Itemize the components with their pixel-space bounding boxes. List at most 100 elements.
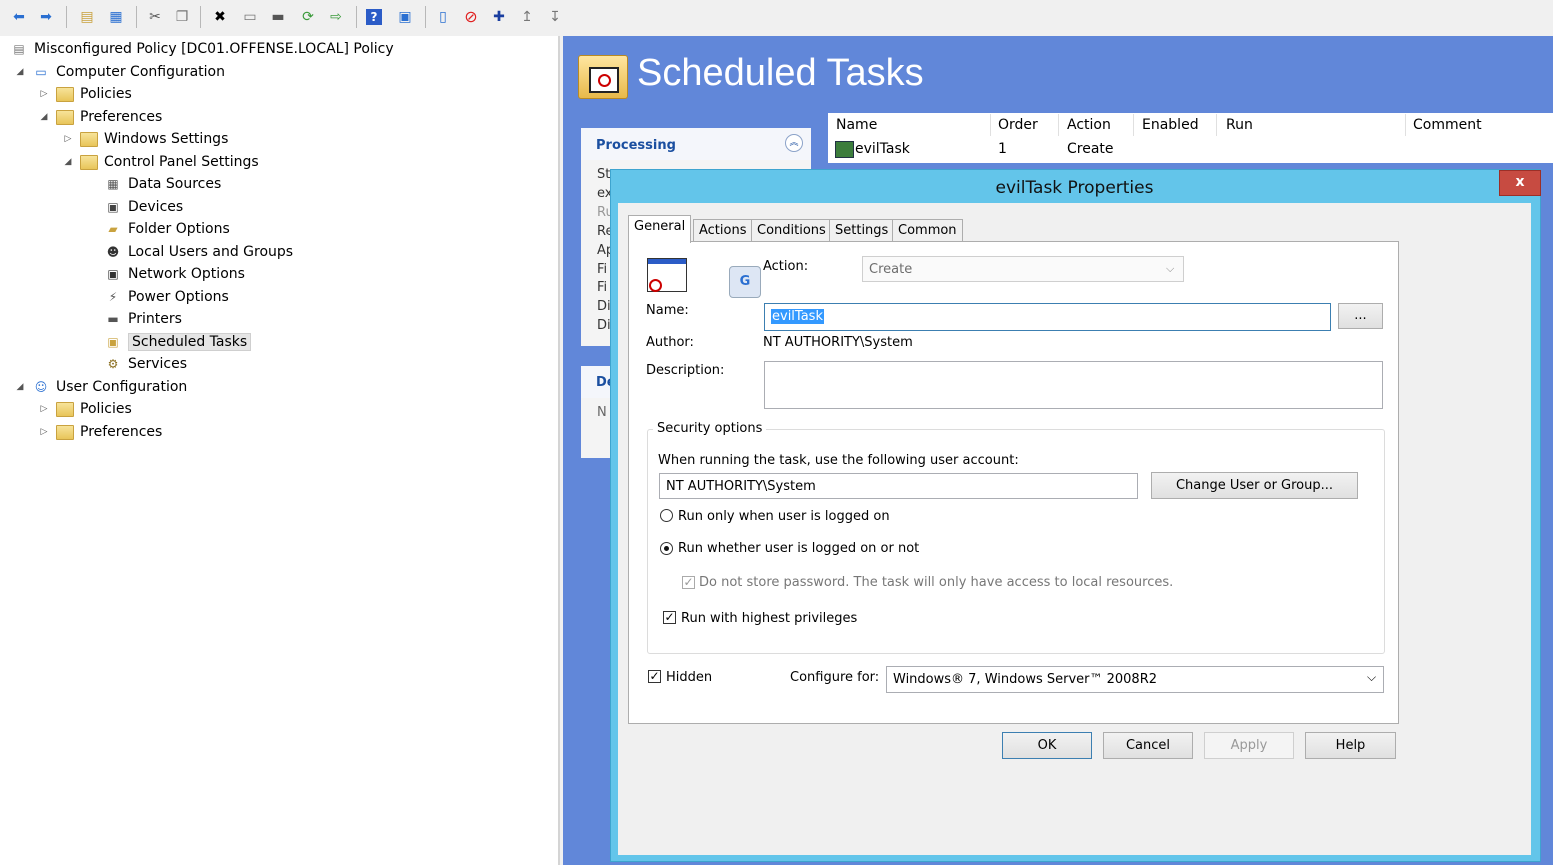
highest-privileges-checkbox[interactable]: ✓	[663, 611, 676, 624]
tree-windows-settings[interactable]: ▷ Windows Settings	[62, 128, 229, 150]
tree-item-devices[interactable]: ▣ Devices	[104, 196, 183, 218]
collapse-chevron-icon[interactable]: ︽	[785, 134, 803, 152]
radio-logged-on[interactable]	[660, 509, 673, 522]
column-header-order[interactable]: Order	[998, 117, 1038, 133]
name-label: Name:	[646, 303, 689, 318]
hidden-checkbox[interactable]: ✓	[648, 670, 661, 683]
change-user-button[interactable]: Change User or Group...	[1151, 472, 1358, 499]
browse-button[interactable]: ...	[1338, 303, 1383, 329]
processing-line: St	[597, 167, 611, 182]
tree-item-printers[interactable]: ▬ Printers	[104, 308, 182, 330]
ok-button[interactable]: OK	[1002, 732, 1092, 759]
tree-item-power-options[interactable]: ⚡ Power Options	[104, 286, 229, 308]
delete-icon[interactable]: ✖	[210, 7, 230, 27]
configure-for-select[interactable]: Windows® 7, Windows Server™ 2008R2	[886, 666, 1384, 693]
tab-actions[interactable]: Actions	[693, 219, 753, 242]
collapse-icon[interactable]: ◢	[62, 157, 74, 167]
chevron-down-icon[interactable]: ⌵	[1166, 262, 1174, 276]
tree-item-data-sources[interactable]: ▦ Data Sources	[104, 173, 221, 195]
power-icon: ⚡	[108, 290, 118, 304]
tree-item-services[interactable]: ⚙ Services	[104, 353, 187, 375]
column-header-run[interactable]: Run	[1226, 117, 1253, 133]
column-header-enabled[interactable]: Enabled	[1142, 117, 1199, 133]
column-header-name[interactable]: Name	[836, 117, 877, 133]
tree-policies[interactable]: ▷ Policies	[38, 83, 132, 105]
column-header-comment[interactable]: Comment	[1413, 117, 1482, 133]
up-folder-icon[interactable]: ▤	[77, 7, 97, 27]
collapse-icon[interactable]: ◢	[38, 112, 50, 122]
description-field[interactable]	[764, 361, 1383, 409]
account-prompt: When running the task, use the following…	[658, 453, 1019, 468]
tab-conditions[interactable]: Conditions	[751, 219, 832, 242]
dialog-title: evilTask Properties	[995, 178, 1154, 198]
tree-root[interactable]: ▤ Misconfigured Policy [DC01.OFFENSE.LOC…	[10, 38, 393, 60]
user-account-field[interactable]: NT AUTHORITY\System	[659, 473, 1138, 499]
table-row[interactable]: evilTask 1 Create	[833, 138, 1233, 160]
scheduled-tasks-large-icon	[578, 55, 628, 99]
apply-button[interactable]: Apply	[1204, 732, 1294, 759]
back-icon[interactable]: ⬅	[9, 7, 29, 27]
help-button[interactable]: Help	[1305, 732, 1396, 759]
tree-user-policies[interactable]: ▷ Policies	[38, 398, 132, 420]
collapse-icon[interactable]: ◢	[14, 67, 26, 77]
folder-icon	[56, 401, 74, 417]
move-up-icon[interactable]: ↥	[517, 7, 537, 27]
cut-icon[interactable]: ✂	[145, 7, 165, 27]
refresh-icon[interactable]: ⟳	[298, 7, 318, 27]
stop-icon[interactable]: ⊘	[461, 7, 481, 27]
tree-label: Data Sources	[128, 176, 222, 192]
collapse-icon[interactable]: ◢	[14, 382, 26, 392]
print-icon[interactable]: ▬	[268, 7, 288, 27]
expand-icon[interactable]: ▷	[38, 427, 50, 437]
tree-label: Services	[128, 356, 188, 372]
new-item-icon[interactable]: ▯	[433, 7, 453, 27]
copy-icon[interactable]: ❐	[172, 7, 192, 27]
tree-label: Folder Options	[128, 221, 230, 237]
toolbar: ⬅ ➡ ▤ ▦ ✂ ❐ ✖ ▭ ▬ ⟳ ⇨ ? ▣ ▯ ⊘ ✚ ↥ ↧	[0, 0, 1553, 36]
column-separator	[1133, 114, 1134, 136]
tab-general[interactable]: General	[628, 215, 692, 243]
tree-item-local-users-groups[interactable]: ☻ Local Users and Groups	[104, 241, 293, 263]
properties-icon[interactable]: ▭	[240, 7, 260, 27]
expand-icon[interactable]: ▷	[62, 134, 74, 144]
show-hide-tree-icon[interactable]: ▦	[106, 7, 126, 27]
tree-computer-configuration[interactable]: ◢ ▭ Computer Configuration	[14, 61, 225, 83]
folder-icon	[56, 86, 74, 102]
expand-icon[interactable]: ▷	[38, 89, 50, 99]
tree-item-network-options[interactable]: ▣ Network Options	[104, 263, 245, 285]
user-config-icon: ☺	[34, 380, 48, 394]
tree-user-configuration[interactable]: ◢ ☺ User Configuration	[14, 376, 188, 398]
add-icon[interactable]: ✚	[489, 7, 509, 27]
column-separator	[1058, 114, 1059, 136]
tree-label: Local Users and Groups	[128, 244, 294, 260]
hidden-label: Hidden	[666, 670, 713, 685]
tree-preferences[interactable]: ◢ Preferences	[38, 106, 163, 128]
tree-control-panel-settings[interactable]: ◢ Control Panel Settings	[62, 151, 259, 173]
task-window-icon	[647, 258, 687, 292]
help-icon[interactable]: ?	[366, 9, 382, 25]
chevron-down-icon[interactable]: ⌵	[1367, 670, 1376, 685]
cancel-button[interactable]: Cancel	[1103, 732, 1193, 759]
move-down-icon[interactable]: ↧	[545, 7, 565, 27]
expand-icon[interactable]: ▷	[38, 404, 50, 414]
tree-item-folder-options[interactable]: ▰ Folder Options	[104, 218, 230, 240]
action-select[interactable]: Create	[862, 256, 1184, 282]
tree-item-scheduled-tasks[interactable]: ▣ Scheduled Tasks	[104, 331, 252, 353]
no-store-password-label: Do not store password. The task will onl…	[699, 575, 1174, 590]
network-icon: ▣	[107, 267, 119, 281]
tab-settings[interactable]: Settings	[829, 219, 895, 242]
column-separator	[1216, 114, 1217, 136]
folder-icon	[56, 424, 74, 440]
close-button[interactable]: x	[1499, 170, 1541, 196]
forward-icon[interactable]: ➡	[36, 7, 56, 27]
name-field[interactable]: evilTask	[764, 303, 1331, 331]
description-label: Description:	[646, 363, 725, 378]
column-header-action[interactable]: Action	[1067, 117, 1111, 133]
folder-options-icon: ▰	[108, 222, 118, 236]
export-icon[interactable]: ⇨	[326, 7, 346, 27]
no-store-password-checkbox[interactable]: ✓	[682, 576, 695, 589]
view-icon[interactable]: ▣	[395, 7, 415, 27]
tab-common[interactable]: Common	[892, 219, 963, 242]
tree-user-preferences[interactable]: ▷ Preferences	[38, 421, 163, 443]
radio-whether-logged-on[interactable]	[660, 542, 673, 555]
